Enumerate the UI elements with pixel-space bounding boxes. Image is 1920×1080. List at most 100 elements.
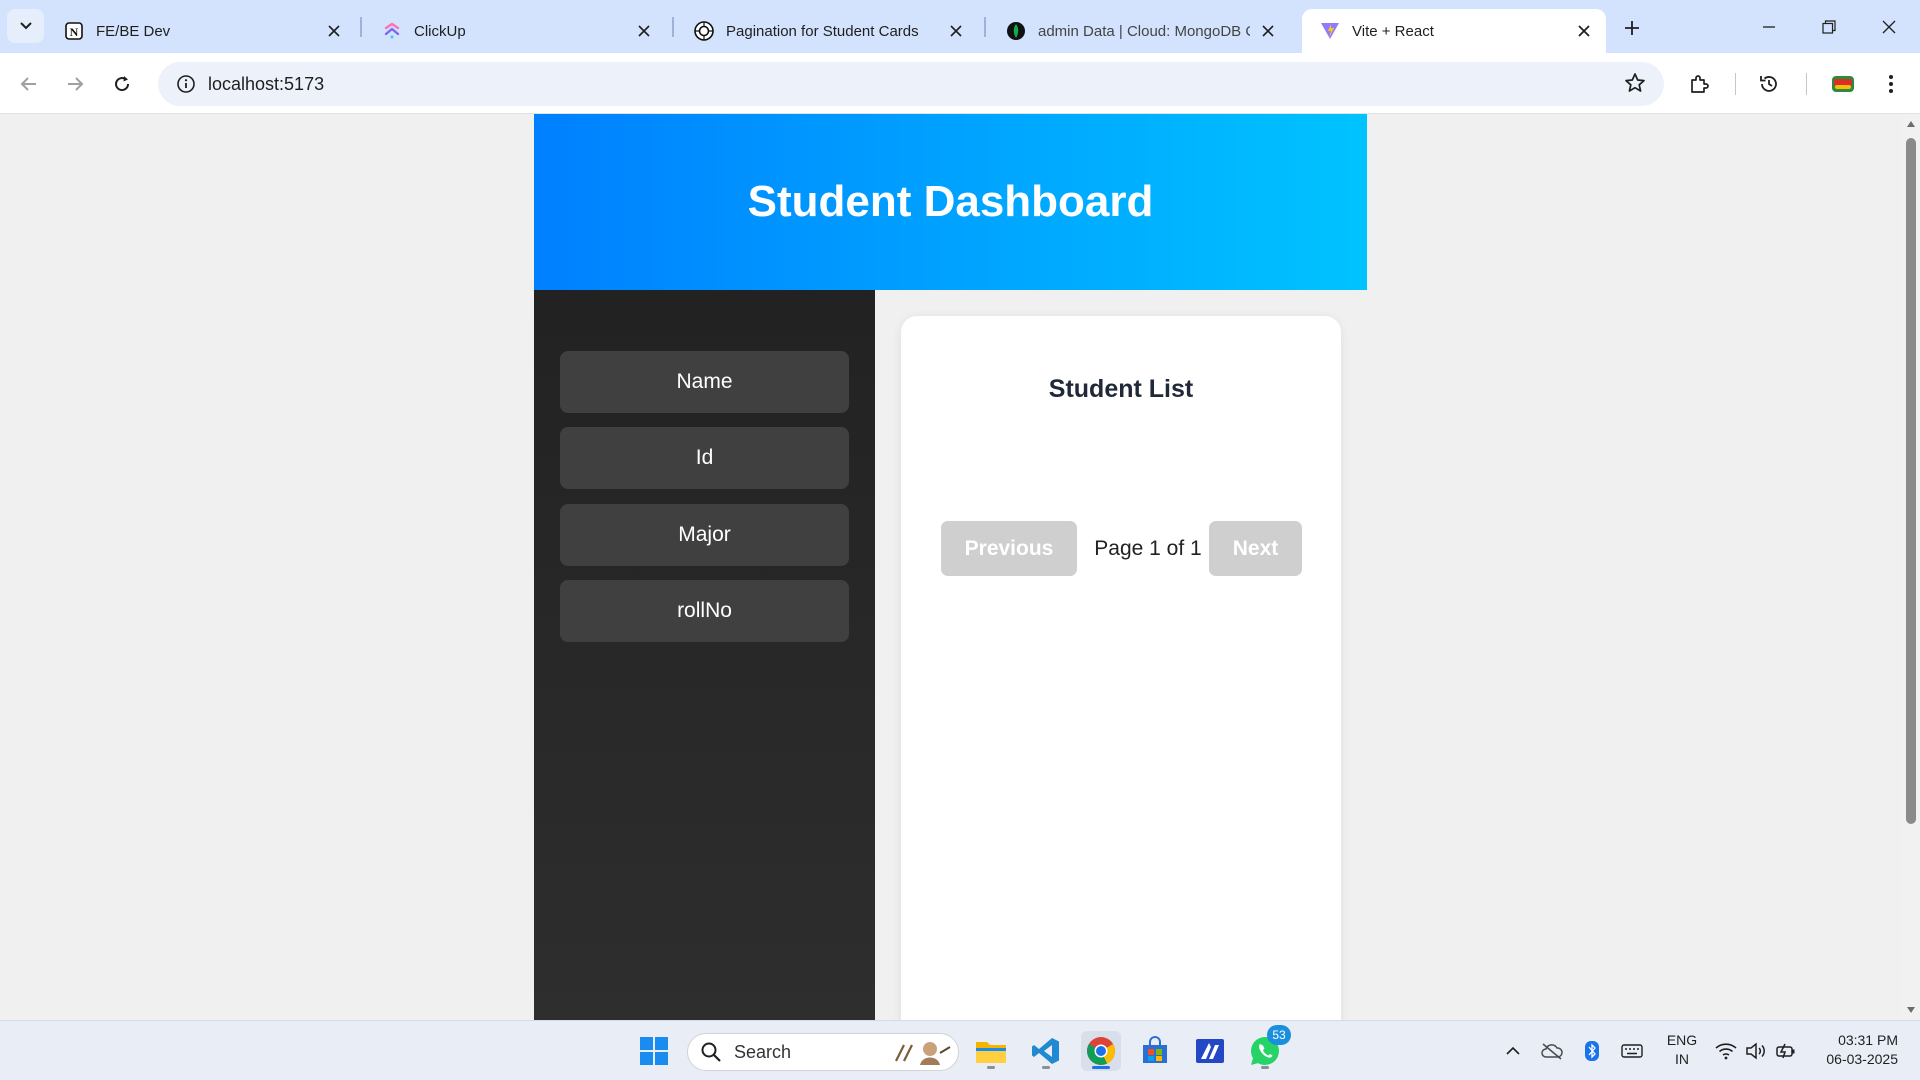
network-status[interactable] [1714, 1039, 1738, 1063]
minimize-button[interactable] [1740, 0, 1798, 53]
vscode-icon [1032, 1038, 1059, 1064]
forward-button[interactable] [58, 67, 92, 101]
new-tab-button[interactable] [1616, 12, 1648, 44]
battery-status[interactable] [1774, 1039, 1798, 1063]
sidebar-item-id[interactable]: Id [560, 427, 849, 489]
sidebar-item-name[interactable]: Name [560, 351, 849, 413]
tab-pagination-student-cards[interactable]: Pagination for Student Cards [676, 9, 978, 53]
speaker-icon [1746, 1042, 1765, 1060]
scrollbar-thumb[interactable] [1906, 138, 1916, 824]
clock[interactable]: 03:31 PM 06-03-2025 [1806, 1031, 1898, 1069]
azure-data-studio-icon [1196, 1039, 1224, 1063]
tab-fe-be-dev[interactable]: N FE/BE Dev [46, 9, 356, 53]
running-indicator [1261, 1066, 1269, 1069]
tab-mongodb-admin-data[interactable]: admin Data | Cloud: MongoDB Clo [988, 9, 1290, 53]
active-app-indicator [1092, 1066, 1110, 1069]
taskbar-file-explorer[interactable] [971, 1031, 1011, 1071]
bookmark-star-icon[interactable] [1624, 72, 1646, 99]
tab-title: Vite + React [1352, 22, 1434, 40]
tab-separator [984, 17, 986, 37]
chrome-icon [1087, 1037, 1115, 1065]
restore-button[interactable] [1800, 0, 1858, 53]
close-tab-icon[interactable] [324, 21, 344, 41]
scroll-down-arrow-icon[interactable] [1905, 1004, 1917, 1016]
sidebar-item-major[interactable]: Major [560, 504, 849, 566]
tab-title: FE/BE Dev [96, 22, 171, 40]
close-tab-icon[interactable] [1574, 21, 1594, 41]
volume-status[interactable] [1744, 1039, 1768, 1063]
page-scrollbar[interactable] [1902, 114, 1920, 1020]
toolbar-separator [1735, 73, 1736, 95]
next-button[interactable]: Next [1209, 521, 1302, 576]
profile-avatar-icon [1832, 76, 1854, 92]
notion-icon: N [64, 21, 84, 41]
extensions-button[interactable] [1682, 67, 1716, 101]
battery-charging-icon [1776, 1043, 1795, 1059]
taskbar-azure-data-studio[interactable] [1190, 1031, 1230, 1071]
tab-vite-react[interactable]: Vite + React [1302, 9, 1606, 53]
dashboard-header: Student Dashboard [534, 114, 1367, 290]
running-indicator [987, 1066, 995, 1069]
back-button[interactable] [12, 67, 46, 101]
input-language-indicator[interactable]: ENG IN [1660, 1031, 1704, 1069]
show-hidden-icons-button[interactable] [1501, 1039, 1525, 1063]
taskbar-microsoft-store[interactable] [1135, 1031, 1175, 1071]
page-indicator: Page 1 of 1 [1094, 536, 1202, 560]
site-info-icon[interactable] [164, 74, 208, 94]
close-window-button[interactable] [1860, 0, 1918, 53]
sidebar-item-rollno[interactable]: rollNo [560, 580, 849, 642]
windows-logo-icon [640, 1037, 668, 1065]
clickup-icon [382, 21, 402, 41]
close-tab-icon[interactable] [1258, 21, 1278, 41]
taskbar-search-box[interactable]: Search [687, 1033, 959, 1071]
tab-title: admin Data | Cloud: MongoDB Clo [1038, 22, 1250, 40]
start-button[interactable] [634, 1031, 674, 1071]
browser-menu-button[interactable] [1874, 67, 1908, 101]
minimize-icon [1763, 25, 1775, 28]
previous-button[interactable]: Previous [941, 521, 1077, 576]
profile-avatar[interactable] [1826, 67, 1860, 101]
url-text[interactable]: localhost:5173 [208, 74, 324, 95]
reload-button[interactable] [105, 67, 139, 101]
tab-title: Pagination for Student Cards [726, 22, 919, 40]
tab-clickup[interactable]: ClickUp [364, 9, 666, 53]
svg-text:N: N [70, 25, 79, 39]
close-icon [1882, 20, 1896, 33]
notification-badge: 53 [1267, 1025, 1291, 1045]
clock-time: 03:31 PM [1838, 1032, 1898, 1048]
clock-date: 06-03-2025 [1826, 1051, 1898, 1067]
mongodb-icon [1006, 21, 1026, 41]
sidebar: Name Id Major rollNo [534, 290, 875, 1020]
student-list-title: Student List [1048, 375, 1194, 403]
vite-icon [1320, 21, 1340, 41]
wifi-icon [1715, 1043, 1737, 1060]
tab-search-button[interactable] [7, 9, 44, 43]
arrow-left-icon [20, 77, 36, 91]
browser-tab-strip: N FE/BE Dev ClickUp Pagination for Stude… [0, 0, 1920, 53]
language-code: ENG [1666, 1032, 1698, 1048]
file-explorer-icon [976, 1042, 1006, 1063]
bluetooth-status[interactable] [1580, 1039, 1604, 1063]
history-button[interactable] [1752, 67, 1786, 101]
page-title: Student Dashboard [747, 177, 1154, 226]
cloud-offline-icon [1541, 1043, 1563, 1060]
tab-separator [672, 17, 674, 37]
chevron-up-icon [1506, 1046, 1520, 1055]
history-icon [1760, 76, 1777, 92]
region-code: IN [1675, 1051, 1689, 1067]
onedrive-status[interactable] [1540, 1039, 1564, 1063]
close-tab-icon[interactable] [946, 21, 966, 41]
touch-keyboard-button[interactable] [1620, 1039, 1644, 1063]
taskbar-vscode[interactable] [1026, 1031, 1066, 1071]
address-bar[interactable]: localhost:5173 [158, 62, 1664, 106]
restore-icon [1822, 19, 1836, 34]
taskbar-chrome[interactable] [1081, 1031, 1121, 1071]
reload-icon [115, 76, 130, 92]
search-highlight-icon [895, 1042, 951, 1065]
scroll-up-arrow-icon[interactable] [1905, 118, 1917, 130]
student-list-card: Student List Previous Page 1 of 1 Next [901, 316, 1341, 1020]
bluetooth-icon [1585, 1041, 1599, 1061]
close-tab-icon[interactable] [634, 21, 654, 41]
puzzle-icon [1691, 75, 1709, 93]
taskbar-whatsapp[interactable]: 53 [1245, 1025, 1291, 1071]
